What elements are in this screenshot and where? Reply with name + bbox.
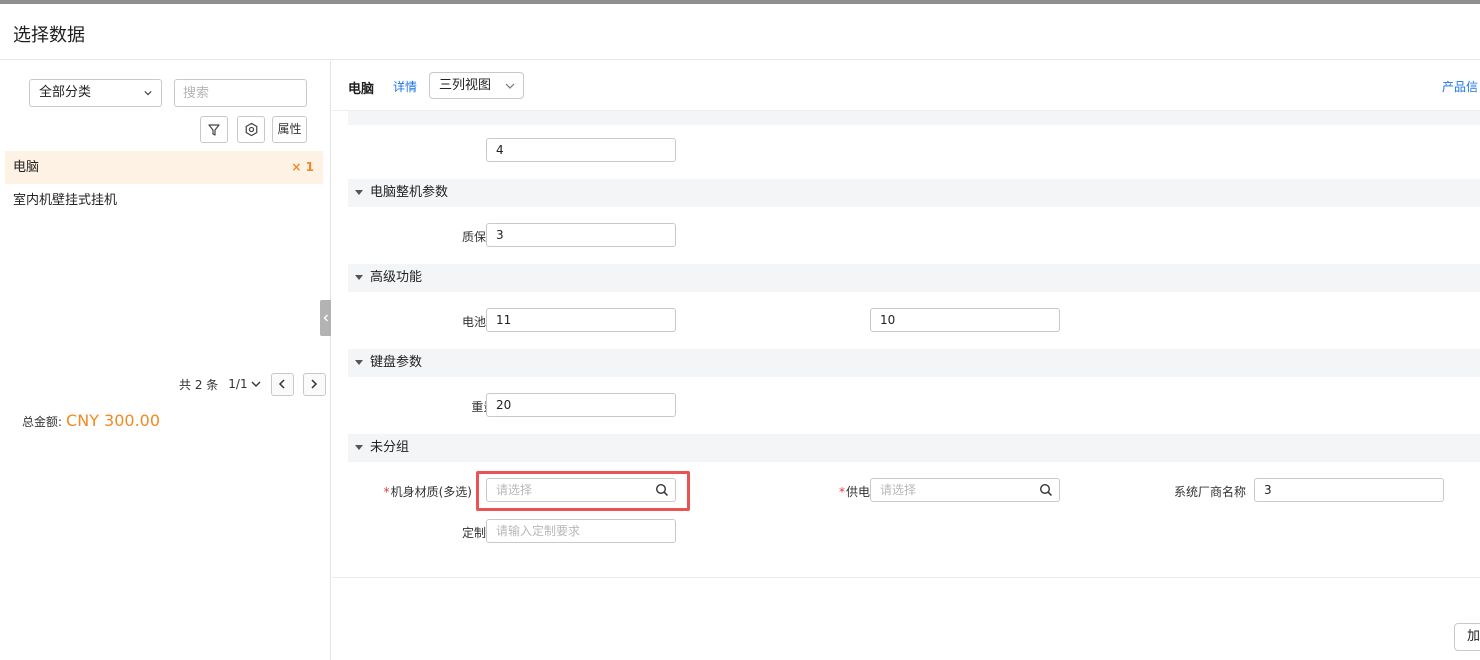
filter-icon: [208, 123, 220, 136]
field-label-os-vendor: 系统厂商名称: [1173, 485, 1246, 499]
width-input[interactable]: 4: [486, 138, 676, 162]
custom-requirement-input[interactable]: 请输入定制要求: [486, 519, 676, 543]
category-select-value: 全部分类: [39, 85, 92, 100]
category-select[interactable]: 全部分类: [29, 79, 162, 107]
placeholder-text: 请选择: [496, 483, 533, 497]
category-item-wall-ac[interactable]: 室内机壁挂式挂机: [5, 184, 323, 217]
product-title: 电脑: [348, 82, 375, 97]
label-text: 机身材质(多选): [390, 485, 472, 499]
section-header-computer-params[interactable]: 电脑整机参数: [348, 179, 1480, 207]
next-page-button[interactable]: [302, 372, 326, 396]
chevron-left-icon: [279, 379, 285, 389]
dialog-header: 选择数据: [0, 4, 1480, 60]
settings-button[interactable]: [237, 116, 265, 143]
collapse-triangle-icon: [355, 275, 363, 280]
collapse-triangle-icon: [355, 445, 363, 450]
voltage-select[interactable]: 请选择: [870, 478, 1060, 502]
total-amount-value: CNY 300.00: [66, 411, 161, 430]
right-panel: 电脑 详情 三列视图 产品信 宽度 4 电脑整机参数 质保年限 3 高级功能 电…: [332, 61, 1480, 660]
filter-button[interactable]: [200, 116, 228, 143]
category-item-computer[interactable]: 电脑 × 1: [5, 151, 323, 184]
section-title: 高级功能: [370, 270, 423, 285]
height-input[interactable]: 10: [870, 308, 1060, 332]
field-label-body-material: *机身材质(多选): [348, 483, 472, 500]
section-header-clipped: [348, 111, 1480, 125]
placeholder-text: 请选择: [880, 483, 917, 497]
collapse-triangle-icon: [355, 190, 363, 195]
detail-link[interactable]: 详情: [393, 78, 417, 95]
category-list: 电脑 × 1 室内机壁挂式挂机: [5, 151, 323, 217]
category-count-badge: × 1: [291, 160, 314, 174]
chevron-down-icon: [251, 381, 261, 387]
battery-input[interactable]: 11: [486, 308, 676, 332]
required-asterisk: *: [838, 485, 845, 499]
page-select-value: 1/1: [228, 377, 248, 391]
pagination: 共 2 条 1/1: [179, 372, 326, 396]
search-input[interactable]: [174, 79, 307, 107]
search-icon: [1039, 483, 1053, 497]
section-title: 键盘参数: [370, 355, 423, 370]
warranty-input[interactable]: 3: [486, 223, 676, 247]
os-vendor-input[interactable]: 3: [1254, 478, 1444, 502]
gear-icon: [245, 122, 257, 137]
body-material-select[interactable]: 请选择: [486, 478, 676, 502]
required-asterisk: *: [383, 485, 390, 499]
product-header: 电脑 详情 三列视图 产品信: [332, 61, 1480, 111]
page-select[interactable]: 1/1: [228, 377, 261, 391]
prev-page-button[interactable]: [270, 372, 294, 396]
view-mode-select[interactable]: 三列视图: [429, 72, 524, 99]
view-mode-value: 三列视图: [439, 78, 492, 93]
section-title: 电脑整机参数: [370, 185, 449, 200]
weight-input[interactable]: 20: [486, 393, 676, 417]
left-panel: 全部分类 属性 电脑 × 1 室内机壁挂式挂机 共 2 条 1/1 总金额:CN…: [0, 61, 331, 660]
chevron-down-icon: [505, 83, 515, 89]
footer-divider: [332, 577, 1480, 578]
search-icon: [655, 483, 669, 497]
chevron-right-icon: [311, 379, 318, 389]
category-label: 电脑: [13, 160, 40, 175]
chevron-down-icon: [144, 91, 152, 96]
form-area: 宽度 4 电脑整机参数 质保年限 3 高级功能 电池寿命 11 高度 10 键盘…: [348, 111, 1480, 577]
chevron-left-icon: [323, 314, 328, 322]
product-info-link[interactable]: 产品信: [1442, 78, 1478, 95]
total-label: 总金额:: [22, 415, 63, 429]
dialog-title: 选择数据: [13, 25, 85, 46]
section-header-ungrouped[interactable]: 未分组: [348, 434, 1480, 462]
category-label: 室内机壁挂式挂机: [13, 193, 118, 208]
add-button[interactable]: 加: [1454, 623, 1480, 651]
pager-total: 共 2 条: [179, 377, 219, 392]
attribute-button[interactable]: 属性: [272, 116, 307, 143]
section-title: 未分组: [370, 440, 410, 455]
section-header-advanced[interactable]: 高级功能: [348, 264, 1480, 292]
collapse-panel-handle[interactable]: [320, 300, 331, 336]
total-amount: 总金额: CNY 300.00: [22, 411, 160, 430]
section-header-keyboard[interactable]: 键盘参数: [348, 349, 1480, 377]
collapse-triangle-icon: [355, 360, 363, 365]
